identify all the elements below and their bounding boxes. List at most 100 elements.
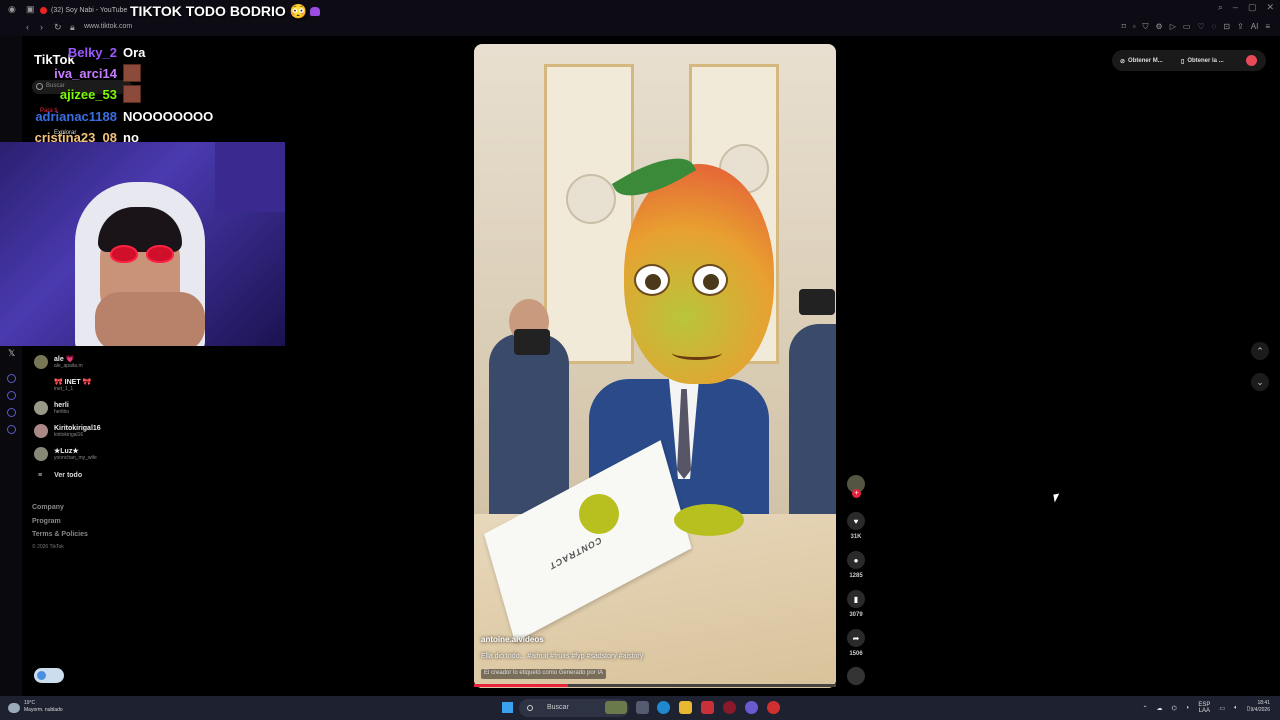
settings-icon[interactable]: ⚙ [1156, 22, 1163, 32]
footer-link-company[interactable]: Company [32, 504, 64, 511]
search-icon[interactable]: ⌕ [1218, 2, 1223, 13]
ai-icon[interactable]: AI [1251, 22, 1259, 32]
x-icon[interactable]: 𝕏 [8, 348, 15, 359]
account-item[interactable]: ale 💗 ale_apaita.m [34, 352, 83, 372]
follow-plus-icon[interactable]: + [852, 489, 861, 498]
rail-history-icon[interactable] [7, 391, 16, 400]
share-icon: ➦ [847, 629, 865, 647]
reload-icon[interactable]: ↻ [54, 22, 62, 33]
shield-icon[interactable]: ⛉ [1143, 22, 1149, 32]
bag-icon[interactable]: ⊡ [1223, 22, 1230, 32]
get-desktop-label: Obtener la ... [1187, 58, 1224, 64]
get-app-button[interactable]: ⊘ Obtener M... [1120, 54, 1163, 68]
window-controls: ⌕ – ▢ ✕ [1218, 2, 1274, 13]
weather-widget[interactable]: 19°C Mayorm. nublado [24, 700, 63, 714]
calendar-app-icon[interactable] [701, 701, 714, 714]
sidebar-toggle-icon[interactable]: ▣ [26, 4, 35, 15]
opera-gx-icon[interactable] [723, 701, 736, 714]
rail-settings-icon[interactable] [7, 425, 16, 434]
windows-start-icon[interactable] [502, 702, 513, 713]
account-handle: ale_apaita.m [54, 363, 83, 369]
heart-icon[interactable]: ♡ [1197, 22, 1204, 32]
share-icon[interactable]: ⇪ [1237, 22, 1244, 32]
play-icon[interactable]: ▷ [1170, 22, 1176, 32]
comment-button[interactable]: ● 1285 [846, 551, 866, 579]
browser-menu-icon[interactable]: ◉ [8, 4, 16, 15]
purple-heart-icon [310, 7, 321, 16]
music-disc-button[interactable] [846, 667, 866, 685]
like-button[interactable]: ♥ 31K [846, 512, 866, 540]
chat-message: adrianac1188 NOOOOOOOO [30, 106, 213, 126]
bookmark-icon[interactable]: ⌑ [1122, 22, 1126, 32]
cloud-icon[interactable]: ☁ [1157, 705, 1163, 712]
video-caption: Ella dio todo... #aifruit #fruits #fyp #… [481, 653, 644, 660]
theme-toggle[interactable] [34, 668, 64, 683]
chevron-up-icon[interactable]: ⌃ [1142, 705, 1147, 712]
soccer-ball-emblem [566, 174, 616, 224]
account-item[interactable]: 🎀 INET 🎀 inet_1_1 [34, 375, 91, 395]
lens-right [146, 245, 174, 263]
save-button[interactable]: ▮ 3079 [846, 590, 866, 618]
network-icon[interactable]: ⌬ [1172, 705, 1177, 712]
app-icon[interactable] [767, 701, 780, 714]
get-app-label: Obtener M... [1128, 58, 1163, 64]
screenshot-icon[interactable]: ▫ [1133, 22, 1136, 32]
video-progress-bar[interactable] [474, 684, 836, 687]
footer-link-terms[interactable]: Terms & Policies [32, 531, 88, 538]
get-desktop-button[interactable]: ▯ Obtener la ... [1181, 54, 1224, 68]
rail-messages-icon[interactable] [7, 408, 16, 417]
edge-icon[interactable] [657, 701, 670, 714]
camera [799, 289, 835, 315]
browser-tab[interactable]: (32) Soy Nabi - YouTube [40, 3, 127, 18]
chevron-down-icon: ⌄ [1256, 376, 1264, 387]
stream-title: TIKTOK TODO BODRIO 😳 [130, 3, 321, 20]
close-icon[interactable]: ✕ [1266, 2, 1274, 13]
chat-text: NOOOOOOOO [123, 108, 214, 124]
volume-icon[interactable]: 🔈︎ [1234, 705, 1238, 712]
footer-link-program[interactable]: Program [32, 518, 61, 525]
discord-icon[interactable] [745, 701, 758, 714]
battery-icon[interactable]: ▯ [1247, 705, 1250, 712]
clock[interactable]: 18:41 9/4/2026 [1251, 700, 1270, 714]
back-icon[interactable]: ‹ [26, 22, 29, 32]
creator-avatar-button[interactable]: + [846, 475, 866, 498]
mic-icon[interactable]: ◖ [1186, 705, 1190, 711]
task-view-icon[interactable] [636, 701, 649, 714]
video-player[interactable]: CONTRACT [474, 44, 836, 688]
rail-app-icon[interactable] [7, 374, 16, 383]
mouse-cursor [1053, 493, 1061, 503]
account-item[interactable]: ★Luz★ yoonchan_my_wife [34, 444, 97, 464]
account-name: herli [54, 401, 69, 409]
language-indicator[interactable]: ESP LAA [1198, 702, 1210, 714]
menu-icon[interactable]: ≡ [1265, 22, 1270, 32]
chat-icon[interactable]: ◌ [1212, 22, 1217, 32]
video-author[interactable]: antoine.aivideos [481, 635, 544, 644]
next-video-button[interactable]: ⌄ [1251, 373, 1269, 391]
minimize-icon[interactable]: – [1233, 2, 1238, 13]
display-icon[interactable]: ▭ [1219, 705, 1225, 712]
weather-temp: 19°C [24, 700, 36, 706]
url-field[interactable]: www.tiktok.com [84, 23, 132, 30]
account-item[interactable]: Kiritokirigal16 kiritokirigal16 [34, 421, 101, 441]
share-button[interactable]: ➦ 1506 [846, 629, 866, 657]
chat-message: Belky_2 Ora [30, 42, 146, 62]
bookmark-icon: ▮ [847, 590, 865, 608]
profile-avatar[interactable] [1246, 55, 1257, 66]
wallet-icon[interactable]: ▭ [1183, 22, 1191, 32]
widget-thumbnail[interactable] [605, 701, 627, 714]
browser-side-rail: 𝕏 [0, 36, 22, 696]
forward-icon[interactable]: › [40, 22, 43, 32]
ai-generated-label: El creador lo etiquetó como Generado por… [481, 669, 607, 679]
file-explorer-icon[interactable] [679, 701, 692, 714]
streamer-hands [95, 292, 205, 346]
mango-mouth [672, 346, 722, 360]
maximize-icon[interactable]: ▢ [1248, 2, 1257, 13]
see-all-link[interactable]: ≡ Ver todo [38, 472, 82, 479]
previous-video-button[interactable]: ⌃ [1251, 342, 1269, 360]
account-item[interactable]: herli herlibo [34, 398, 69, 418]
chat-username: ajizee_53 [59, 86, 117, 102]
like-count: 31K [850, 534, 862, 540]
contract-text: CONTRACT [548, 534, 603, 573]
comment-icon: ● [847, 551, 865, 569]
see-all-label: Ver todo [54, 472, 83, 479]
